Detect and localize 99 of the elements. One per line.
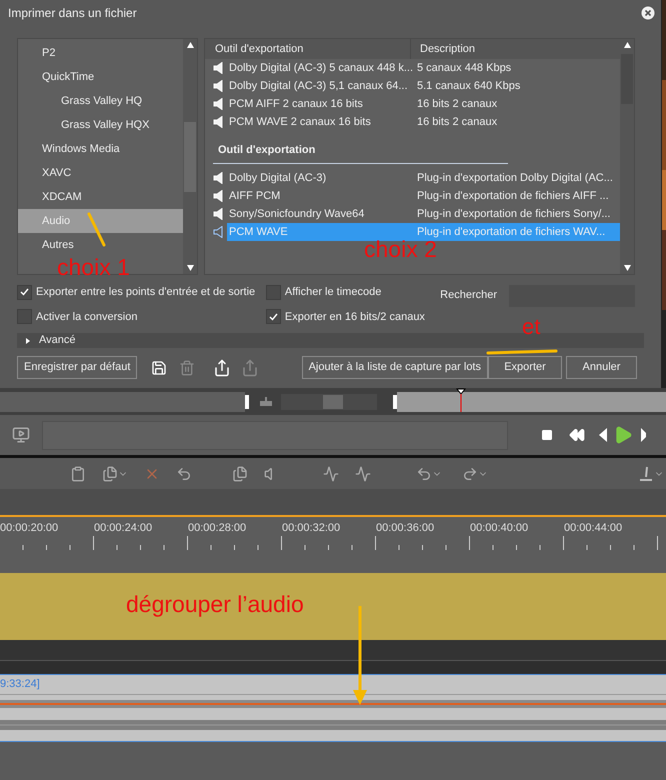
search-label: Rechercher bbox=[440, 288, 497, 303]
checkbox[interactable] bbox=[266, 284, 281, 300]
checkbox[interactable] bbox=[17, 284, 32, 300]
step-back-icon[interactable] bbox=[599, 428, 607, 442]
category-item[interactable]: Windows Media bbox=[18, 137, 183, 161]
preset-description: 16 bits 2 canaux bbox=[417, 114, 498, 130]
group-header: Outil d'exportation bbox=[217, 144, 316, 156]
scroll-thumb[interactable] bbox=[323, 394, 343, 408]
undo-icon[interactable] bbox=[416, 466, 432, 482]
dialog-button[interactable]: Ajouter à la liste de capture par lots bbox=[302, 356, 488, 379]
speaker-icon bbox=[213, 226, 223, 238]
checkbox[interactable] bbox=[17, 309, 32, 324]
category-item[interactable]: XAVC bbox=[18, 161, 183, 185]
rewind-icon[interactable] bbox=[567, 427, 587, 443]
expand-icon bbox=[25, 338, 31, 344]
preset-description: Plug-in d'exportation de fichiers AIFF ... bbox=[417, 188, 609, 204]
preset-description: Plug-in d'exportation Dolby Digital (AC... bbox=[417, 170, 613, 186]
annotation-text: choix 2 bbox=[364, 238, 437, 261]
scroll-up-icon[interactable] bbox=[186, 42, 194, 48]
timecode-label: 00:00:28:00 bbox=[188, 521, 248, 536]
close-icon[interactable] bbox=[641, 6, 655, 20]
speaker-icon bbox=[213, 116, 223, 128]
speaker-icon bbox=[213, 190, 223, 202]
preset-description: Plug-in d'exportation de fichiers WAV... bbox=[417, 224, 606, 240]
scroll-down-icon[interactable] bbox=[186, 265, 194, 271]
advanced-section[interactable]: Avancé bbox=[17, 333, 644, 348]
check-icon bbox=[20, 288, 29, 296]
copy-icon[interactable] bbox=[102, 466, 118, 482]
waveform-icon[interactable] bbox=[322, 466, 340, 482]
speaker-icon bbox=[213, 172, 223, 184]
preset-row[interactable]: AIFF PCM Plug-in d'exportation de fichiers AIFF ... bbox=[227, 187, 620, 205]
monitor-icon[interactable] bbox=[12, 426, 30, 444]
category-item[interactable]: QuickTime bbox=[18, 65, 183, 89]
redo-icon[interactable] bbox=[462, 466, 478, 482]
marker-icon[interactable] bbox=[638, 466, 654, 482]
highlight-stroke bbox=[87, 212, 107, 248]
playhead-icon[interactable] bbox=[456, 388, 466, 412]
speaker-icon bbox=[213, 98, 223, 110]
timecode-label: 00:00:44:00 bbox=[564, 521, 624, 536]
preset-name: AIFF PCM bbox=[228, 188, 282, 204]
share-icon[interactable] bbox=[241, 358, 260, 376]
timecode-label: 00:00:24:00 bbox=[94, 521, 154, 536]
checkbox-label: Exporter en 16 bits/2 canaux bbox=[284, 310, 425, 324]
trash-icon[interactable] bbox=[179, 360, 196, 376]
preset-row[interactable]: Sony/Sonicfoundry Wave64 Plug-in d'exportation de fichiers Sony/... bbox=[227, 205, 620, 223]
preset-name: Dolby Digital (AC-3) bbox=[228, 170, 328, 186]
preset-row[interactable]: Dolby Digital (AC-3) 5,1 canaux 64... 5.1 canaux 640 Kbps bbox=[227, 77, 620, 95]
dialog-button[interactable]: Annuler bbox=[566, 356, 637, 379]
speaker-icon bbox=[213, 80, 223, 92]
window-title: Imprimer dans un fichier bbox=[8, 4, 137, 22]
underline-stroke bbox=[486, 349, 558, 356]
import-icon[interactable] bbox=[213, 358, 232, 376]
annotation-text: dégrouper l’audio bbox=[126, 593, 304, 616]
preset-row[interactable]: PCM AIFF 2 canaux 16 bits 16 bits 2 canaux bbox=[227, 95, 620, 113]
preset-row[interactable]: Dolby Digital (AC-3) 5 canaux 448 k... 5 canaux 448 Kbps bbox=[227, 59, 620, 77]
timecode-label: 00:00:20:00 bbox=[0, 521, 60, 536]
check-icon bbox=[268, 312, 278, 321]
scroll-down-icon[interactable] bbox=[624, 265, 630, 271]
column-header[interactable]: Outil d'exportation bbox=[205, 39, 411, 59]
preset-description: 16 bits 2 canaux bbox=[417, 96, 498, 112]
category-item[interactable]: Grass Valley HQ bbox=[18, 89, 183, 113]
preset-name: Dolby Digital (AC-3) 5,1 canaux 64... bbox=[228, 78, 409, 94]
preset-description: 5.1 canaux 640 Kbps bbox=[417, 78, 520, 94]
scrollbar[interactable] bbox=[183, 39, 197, 274]
preset-description: 5 canaux 448 Kbps bbox=[417, 60, 512, 76]
video-clip[interactable] bbox=[0, 573, 666, 640]
preset-name: PCM WAVE 2 canaux 16 bits bbox=[228, 114, 372, 130]
annotation-text: choix 1 bbox=[57, 256, 130, 279]
column-header[interactable]: Description bbox=[411, 39, 476, 59]
scroll-thumb[interactable] bbox=[184, 122, 196, 192]
dialog-button[interactable]: Enregistrer par défaut bbox=[17, 356, 138, 379]
category-item[interactable]: Grass Valley HQX bbox=[18, 113, 183, 137]
scrollbar[interactable] bbox=[620, 39, 634, 274]
category-item[interactable]: XDCAM bbox=[18, 185, 183, 209]
clipboard-icon[interactable] bbox=[70, 466, 86, 482]
timecode-label: 00:00:32:00 bbox=[282, 521, 342, 536]
preset-row[interactable]: Dolby Digital (AC-3) Plug-in d'exportation Dolby Digital (AC... bbox=[227, 169, 620, 187]
checkbox-label: Afficher le timecode bbox=[284, 285, 382, 300]
category-item[interactable]: Autres bbox=[18, 233, 183, 257]
checkbox-label: Activer la conversion bbox=[36, 310, 138, 324]
dialog-button[interactable]: Exporter bbox=[488, 356, 562, 379]
stop-icon[interactable] bbox=[541, 429, 553, 441]
preset-row[interactable]: PCM WAVE 2 canaux 16 bits 16 bits 2 canaux bbox=[227, 113, 620, 131]
checkbox-label: Exporter entre les points d'entrée et de sortie bbox=[36, 285, 256, 300]
speaker-icon bbox=[213, 208, 223, 220]
speaker-icon bbox=[213, 62, 223, 74]
timecode-label: 00:00:40:00 bbox=[470, 521, 530, 536]
preset-name: PCM AIFF 2 canaux 16 bits bbox=[228, 96, 364, 112]
clip-timecode: 9:33:24] bbox=[0, 677, 40, 692]
preset-name: Sony/Sonicfoundry Wave64 bbox=[228, 206, 366, 222]
preset-name: Dolby Digital (AC-3) 5 canaux 448 k... bbox=[228, 60, 414, 76]
scroll-up-icon[interactable] bbox=[624, 42, 630, 48]
step-forward-icon[interactable] bbox=[641, 428, 646, 442]
save-icon[interactable] bbox=[151, 360, 168, 376]
preset-description: Plug-in d'exportation de fichiers Sony/... bbox=[417, 206, 610, 222]
checkbox[interactable] bbox=[266, 309, 281, 324]
preset-name: PCM WAVE bbox=[228, 224, 289, 240]
timecode-label: 00:00:36:00 bbox=[376, 521, 436, 536]
category-item[interactable]: P2 bbox=[18, 41, 183, 65]
